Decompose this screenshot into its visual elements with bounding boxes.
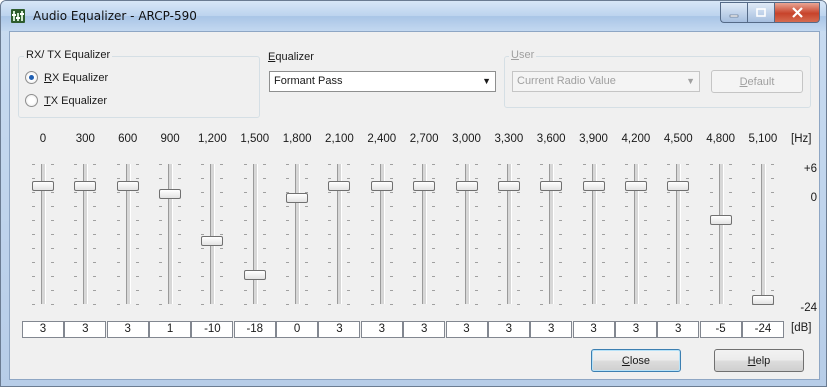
band-frequency-label: 2,700 (409, 133, 439, 145)
db-min-label: -24 (800, 302, 817, 314)
band-slider-thumb[interactable] (413, 180, 436, 191)
band-frequency-label: 0 (39, 133, 47, 145)
band-gain-value: 3 (318, 321, 361, 338)
tx-equalizer-radio[interactable] (25, 94, 38, 107)
band-gain-value: 3 (360, 321, 403, 338)
chevron-down-icon: ▼ (482, 76, 491, 86)
user-preset-value: Current Radio Value (517, 75, 616, 87)
rx-equalizer-radio[interactable] (25, 71, 38, 84)
band-frequency-label: 5,100 (748, 133, 778, 145)
band-slider-thumb[interactable] (370, 180, 393, 191)
band-slider-thumb[interactable] (751, 295, 774, 305)
band-frequency-label: 1,200 (198, 133, 227, 145)
db-zero-label: 0 (810, 192, 817, 204)
db-unit-label: [dB] (791, 322, 812, 334)
tx-equalizer-label: TX Equalizer (44, 94, 107, 107)
band-slider-thumb[interactable] (497, 180, 520, 191)
band-gain-value: -5 (699, 321, 742, 338)
band-slider-thumb[interactable] (159, 189, 182, 200)
band-slider-thumb[interactable] (624, 180, 647, 191)
band-gain-value: 3 (614, 321, 657, 338)
band-gain-value: 3 (572, 321, 615, 338)
band-slider-track[interactable] (210, 164, 216, 304)
maximize-icon[interactable] (747, 2, 774, 23)
band-slider-thumb[interactable] (116, 180, 139, 191)
band-slider-track[interactable] (168, 164, 174, 304)
rx-equalizer-option[interactable]: RX Equalizer (25, 71, 108, 84)
equalizer-preset-dropdown[interactable]: Formant Pass ▼ (269, 71, 496, 92)
band-slider-thumb[interactable] (709, 214, 732, 225)
band-frequency-label: 2,100 (325, 133, 354, 145)
chevron-down-icon: ▼ (686, 76, 695, 86)
band-slider-thumb[interactable] (286, 193, 309, 204)
band-frequency-label: 1,800 (282, 133, 312, 145)
equalizer-app-icon (11, 9, 25, 23)
rxtx-equalizer-group: RX/ TX Equalizer RX Equalizer TX Equaliz… (18, 49, 260, 118)
band-slider-track[interactable] (252, 164, 258, 304)
default-button[interactable]: Default (711, 70, 803, 93)
band-gain-value: -10 (191, 321, 234, 338)
band-gain-value: 3 (530, 321, 573, 338)
band-frequency-label: 1,500 (240, 133, 270, 145)
help-button[interactable]: Help (714, 349, 804, 372)
band-gain-value: 3 (403, 321, 446, 338)
title-bar[interactable]: Audio Equalizer - ARCP-590 (1, 1, 826, 31)
equalizer-preset-group: Equalizer Formant Pass ▼ (262, 51, 502, 108)
band-gain-value: 3 (64, 321, 107, 338)
close-icon[interactable] (774, 2, 820, 23)
band-slider-track[interactable] (295, 164, 301, 304)
band-gain-value: 3 (487, 321, 530, 338)
db-max-label: +6 (803, 163, 817, 175)
band-gain-value: -24 (741, 321, 784, 338)
band-frequency-label: 2,400 (367, 133, 397, 145)
band-frequency-label: 4,200 (621, 133, 651, 145)
band-slider-thumb[interactable] (243, 269, 266, 280)
band-frequency-label: 3,900 (579, 133, 608, 145)
rx-equalizer-label: RX Equalizer (44, 71, 109, 84)
dialog-client-area: RX/ TX Equalizer RX Equalizer TX Equaliz… (9, 31, 820, 380)
band-frequency-label: 3,600 (536, 133, 566, 145)
band-gain-value: -18 (233, 321, 276, 338)
band-slider-track[interactable] (760, 164, 766, 304)
audio-equalizer-window: Audio Equalizer - ARCP-590 RX/ TX Equali… (0, 0, 827, 387)
band-slider-thumb[interactable] (455, 180, 478, 191)
rxtx-group-label: RX/ TX Equalizer (24, 49, 113, 61)
band-frequency-label: 4,500 (663, 133, 693, 145)
user-group-label: User (509, 49, 537, 61)
band-gain-value: 3 (22, 321, 64, 338)
band-frequency-label: 600 (118, 133, 138, 145)
window-title: Audio Equalizer - ARCP-590 (33, 9, 197, 23)
band-frequency-label: 3,300 (494, 133, 524, 145)
freq-unit-label: [Hz] (791, 133, 812, 145)
equalizer-group-label: Equalizer (268, 51, 314, 63)
band-gain-value: 1 (149, 321, 192, 338)
close-button[interactable]: Close (591, 349, 681, 372)
band-slider-thumb[interactable] (328, 180, 351, 191)
band-slider-track[interactable] (718, 164, 724, 304)
band-slider-thumb[interactable] (667, 180, 690, 191)
band-gain-value: 3 (106, 321, 149, 338)
band-gain-value: 3 (657, 321, 700, 338)
band-gain-value: 3 (445, 321, 488, 338)
band-slider-thumb[interactable] (32, 180, 54, 191)
tx-equalizer-option[interactable]: TX Equalizer (25, 94, 107, 107)
band-slider-thumb[interactable] (582, 180, 605, 191)
band-frequency-label: 300 (75, 133, 95, 145)
band-slider-thumb[interactable] (540, 180, 563, 191)
band-frequency-label: 3,000 (452, 133, 481, 145)
band-frequency-label: 900 (160, 133, 180, 145)
band-frequency-label: 4,800 (706, 133, 735, 145)
minimize-icon[interactable] (720, 2, 747, 23)
band-gain-value: 0 (276, 321, 319, 338)
equalizer-preset-value: Formant Pass (274, 75, 343, 87)
user-preset-group: User Current Radio Value ▼ Default (504, 49, 811, 108)
band-slider-thumb[interactable] (201, 235, 224, 246)
band-slider-thumb[interactable] (74, 180, 97, 191)
user-preset-dropdown[interactable]: Current Radio Value ▼ (512, 71, 700, 92)
